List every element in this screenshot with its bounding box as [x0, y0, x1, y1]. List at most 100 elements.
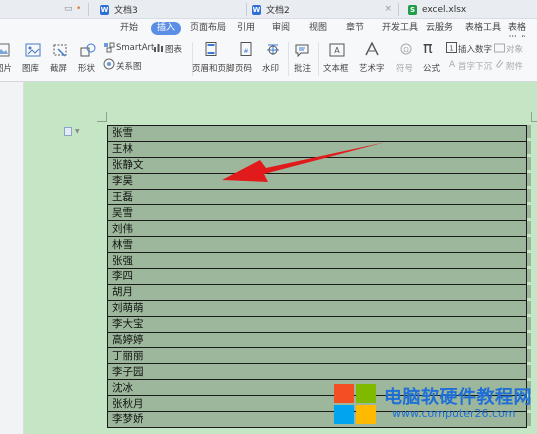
name-cell[interactable]: 李四: [107, 268, 527, 285]
doc-tab-1[interactable]: W 文档3: [96, 0, 246, 19]
symbol-icon[interactable]: Ω: [398, 42, 414, 56]
doc-tab-2[interactable]: W 文档2 ×: [248, 0, 398, 19]
insert-number-button[interactable]: 插入数字: [458, 43, 492, 55]
relation-button[interactable]: 关系图: [116, 60, 142, 72]
tab-table-style[interactable]: 表格样式: [502, 22, 537, 46]
writer-doc-icon: W: [100, 4, 109, 15]
object-icon[interactable]: [494, 42, 505, 53]
gallery-icon[interactable]: [25, 43, 41, 57]
tab-insert[interactable]: 插入: [151, 22, 182, 35]
wordart-button[interactable]: 艺术字: [359, 62, 385, 74]
caret-down-icon[interactable]: ▼: [75, 128, 80, 135]
table-row[interactable]: 胡月: [107, 283, 527, 301]
formula-icon[interactable]: π: [423, 38, 433, 57]
first-letter-icon[interactable]: A: [446, 58, 457, 69]
name-cell[interactable]: 林雪: [107, 236, 527, 254]
tab-home[interactable]: 开始: [114, 22, 144, 35]
chart-icon[interactable]: [153, 42, 164, 53]
table-row[interactable]: 吴雪: [107, 204, 527, 222]
textbox-button[interactable]: 文本框: [323, 62, 349, 74]
tab-developer[interactable]: 开发工具: [376, 22, 424, 35]
name-cell[interactable]: 李子园: [107, 363, 527, 381]
header-footer-button[interactable]: 页眉和页脚: [192, 62, 235, 74]
comment-icon[interactable]: [294, 43, 310, 57]
svg-text:A: A: [449, 60, 456, 69]
windows-logo-icon: [334, 384, 380, 428]
smartart-icon[interactable]: [103, 42, 115, 53]
tab-table-tools[interactable]: 表格工具: [459, 22, 507, 35]
doc-tab-label: 文档3: [114, 6, 138, 16]
watermark-url: www.computer26.com: [392, 407, 516, 420]
tab-cloud[interactable]: 云服务: [420, 22, 459, 35]
watermark-icon[interactable]: [265, 42, 281, 56]
tab-references[interactable]: 引用: [231, 22, 261, 35]
tab-view[interactable]: 视图: [303, 22, 333, 35]
attachment-button[interactable]: 附件: [506, 60, 523, 72]
table-row[interactable]: 刘萌萌: [107, 299, 527, 317]
comment-button[interactable]: 批注: [294, 62, 311, 74]
table-row[interactable]: 李子园: [107, 363, 527, 381]
chart-button[interactable]: 图表: [165, 43, 182, 55]
smartart-button[interactable]: SmartArt: [116, 43, 154, 53]
close-tab-icon[interactable]: ×: [384, 4, 392, 14]
table-row[interactable]: 丁丽丽: [107, 347, 527, 365]
site-watermark: 电脑软硬件教程网 www.computer26.com: [332, 381, 537, 434]
gallery-button[interactable]: 图库: [22, 62, 39, 74]
table-row[interactable]: 李四: [107, 268, 527, 285]
doc-tab-label: 文档2: [266, 6, 290, 16]
insert-toolbar: 图片 图库 截屏 形状 SmartArt 图表 关系图 页眉和页脚 # 页码 水…: [0, 37, 537, 82]
name-cell[interactable]: 王磊: [107, 188, 527, 206]
table-row[interactable]: 高婷婷: [107, 331, 527, 349]
table-row[interactable]: 林雪: [107, 236, 527, 254]
writer-doc-icon: W: [252, 4, 261, 15]
screenshot-button[interactable]: 截屏: [50, 62, 67, 74]
name-cell[interactable]: 刘萌萌: [107, 299, 527, 317]
name-cell[interactable]: 张强: [107, 252, 527, 270]
monitor-icon[interactable]: ▭: [64, 4, 73, 14]
table-row[interactable]: 张强: [107, 252, 527, 270]
formula-button[interactable]: 公式: [423, 62, 440, 74]
name-cell[interactable]: 刘伟: [107, 220, 527, 238]
table-move-handle-icon[interactable]: [64, 127, 72, 136]
symbol-button[interactable]: 符号: [396, 62, 413, 74]
name-cell[interactable]: 吴雪: [107, 204, 527, 222]
watermark-title: 电脑软硬件教程网: [384, 387, 532, 408]
attachment-icon[interactable]: [494, 58, 505, 69]
object-button[interactable]: 对象: [506, 43, 523, 55]
name-cell[interactable]: 高婷婷: [107, 331, 527, 349]
first-letter-button[interactable]: 首字下沉: [458, 60, 492, 72]
table-row[interactable]: 刘伟: [107, 220, 527, 238]
tab-page-layout[interactable]: 页面布局: [184, 22, 232, 35]
doc-tab-label: excel.xlsx: [422, 4, 467, 15]
wordart-icon[interactable]: [364, 42, 380, 56]
ribbon-tabs: 开始 插入 页面布局 引用 审阅 视图 章节 开发工具 云服务 表格工具 表格样…: [0, 19, 537, 46]
tab-section[interactable]: 章节: [340, 22, 370, 35]
textbox-icon[interactable]: A: [329, 43, 345, 57]
page-number-button[interactable]: 页码: [235, 62, 252, 74]
title-bar: ▭ • W 文档3 W 文档2 × S excel.xlsx: [0, 0, 537, 19]
red-arrow-annotation: [222, 142, 386, 182]
table-row[interactable]: 李大宝: [107, 315, 527, 333]
tab-review[interactable]: 审阅: [266, 22, 296, 35]
name-cell[interactable]: 李大宝: [107, 315, 527, 333]
shapes-icon[interactable]: [80, 43, 96, 57]
watermark-button[interactable]: 水印: [262, 62, 279, 74]
svg-text:#: #: [243, 48, 248, 55]
svg-text:A: A: [334, 46, 340, 55]
relation-icon[interactable]: [103, 58, 115, 70]
page-number-icon[interactable]: #: [238, 42, 254, 56]
shapes-button[interactable]: 形状: [78, 62, 95, 74]
svg-text:Ω: Ω: [403, 46, 409, 54]
unsaved-dot-icon: •: [76, 4, 82, 14]
doc-tab-3[interactable]: S excel.xlsx: [404, 0, 537, 19]
insert-number-icon[interactable]: 1: [446, 42, 457, 53]
screenshot-icon[interactable]: [52, 43, 68, 57]
picture-icon[interactable]: [0, 43, 10, 57]
table-row[interactable]: 王磊: [107, 188, 527, 206]
page-corner-mark: [531, 112, 537, 122]
picture-button[interactable]: 图片: [0, 62, 12, 74]
name-cell[interactable]: 胡月: [107, 283, 527, 301]
header-footer-icon[interactable]: [203, 42, 219, 56]
sheet-doc-icon: S: [408, 4, 417, 15]
name-cell[interactable]: 丁丽丽: [107, 347, 527, 365]
